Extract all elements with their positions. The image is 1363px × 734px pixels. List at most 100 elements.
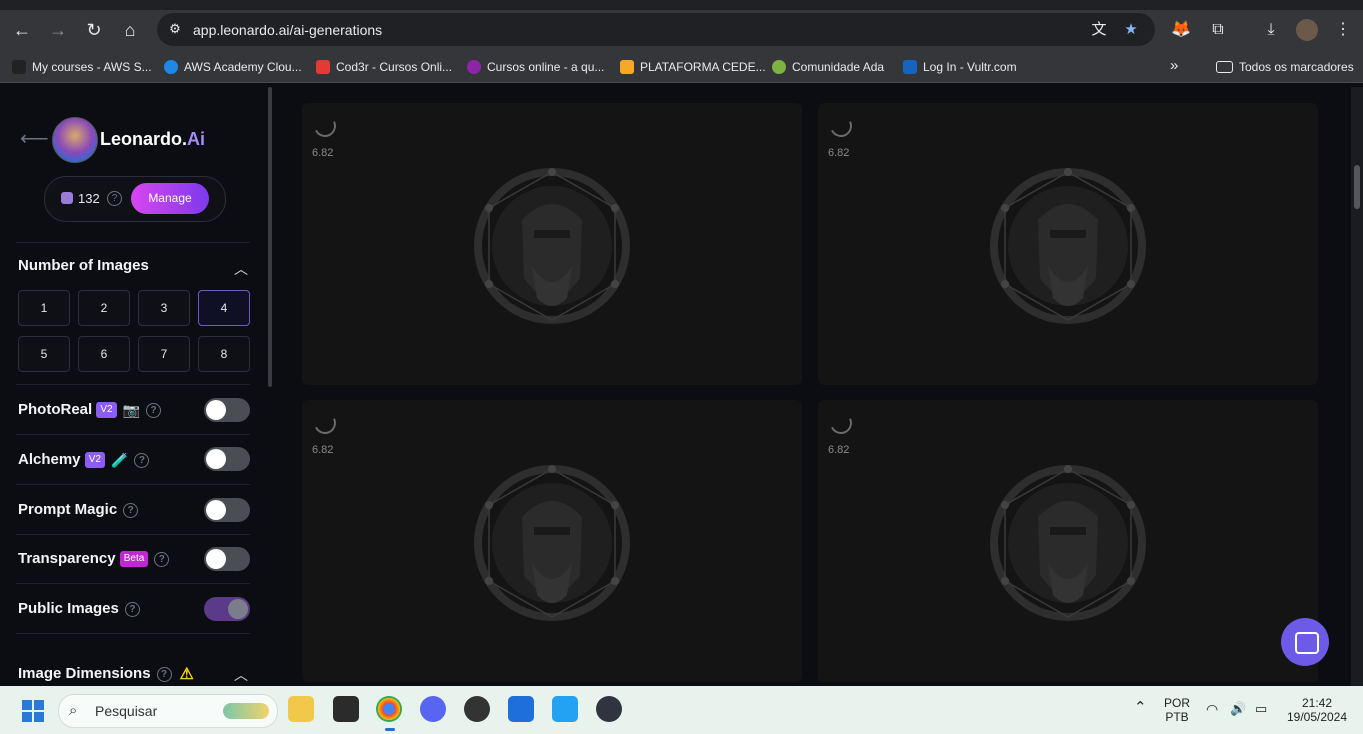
help-icon[interactable]: ? <box>134 452 150 468</box>
image-count-option[interactable]: 2 <box>78 290 130 326</box>
generation-card[interactable]: 6.82 <box>302 400 802 682</box>
loading-spinner-icon <box>826 111 856 141</box>
prompt-magic-row: Prompt Magic? <box>18 501 139 518</box>
token-icon <box>61 192 73 204</box>
site-info-icon[interactable]: ⚙ <box>167 21 183 37</box>
url-text[interactable]: app.leonardo.ai/ai-generations <box>193 21 382 39</box>
manage-button[interactable]: Manage <box>131 183 209 214</box>
text-editor-icon[interactable] <box>508 696 534 722</box>
folder-icon <box>1216 60 1233 73</box>
reload-icon[interactable]: ↻ <box>82 18 106 42</box>
generation-card[interactable]: 6.82 <box>818 103 1318 385</box>
show-hidden-icons-icon[interactable]: ⌃ <box>1134 700 1147 715</box>
inkscape-icon[interactable] <box>464 696 490 722</box>
divider <box>16 384 250 385</box>
sidebar: ⟵ Leonardo.Ai 132 ? Manage Number of Ima… <box>0 87 268 686</box>
bookmark-item[interactable]: Cursos online - a qu... <box>467 58 604 74</box>
volume-icon[interactable]: 🔊 <box>1230 702 1246 716</box>
bookmark-item[interactable]: Log In - Vultr.com <box>903 58 1017 74</box>
beta-badge: Beta <box>119 551 149 568</box>
scrollbar-thumb[interactable] <box>1354 165 1360 209</box>
back-icon[interactable]: ← <box>10 18 34 42</box>
help-icon[interactable]: ? <box>107 191 122 206</box>
vultr-icon <box>903 59 917 74</box>
chrome-icon[interactable] <box>376 696 402 722</box>
sticky-notes-icon[interactable] <box>333 696 359 722</box>
help-icon[interactable]: ? <box>154 551 170 567</box>
translate-icon[interactable]: 文 <box>1090 21 1108 39</box>
help-icon[interactable]: ? <box>123 502 139 518</box>
leonardo-logo <box>52 117 98 163</box>
generation-card[interactable]: 6.82 <box>818 400 1318 682</box>
image-count-option-selected[interactable]: 4 <box>198 290 250 326</box>
image-count-option[interactable]: 3 <box>138 290 190 326</box>
bookmark-star-icon[interactable]: ★ <box>1122 21 1140 39</box>
menu-icon[interactable]: ⋮ <box>1332 19 1354 41</box>
prompt-magic-toggle[interactable] <box>204 498 250 522</box>
credits-pill: 132 ? Manage <box>44 176 226 222</box>
clock[interactable]: 21:42 19/05/2024 <box>1282 696 1352 724</box>
tab-strip <box>0 0 1363 10</box>
chat-support-button[interactable] <box>1281 618 1329 666</box>
bookmarks-bar: My courses - AWS S... AWS Academy Clou..… <box>0 50 1363 83</box>
bookmark-item[interactable]: AWS Academy Clou... <box>164 58 302 74</box>
sidebar-scrollbar[interactable] <box>268 87 272 387</box>
forward-icon[interactable]: → <box>46 18 70 42</box>
image-count-option[interactable]: 1 <box>18 290 70 326</box>
image-dimensions-row[interactable]: Image Dimensions? ⚠ <box>18 664 194 684</box>
bookmark-item[interactable]: Cod3r - Cursos Onli... <box>316 58 452 74</box>
generation-value: 6.82 <box>828 147 850 159</box>
wizard-placeholder-icon <box>990 168 1146 324</box>
input-language[interactable]: POR PTB <box>1160 696 1194 724</box>
active-app-indicator <box>385 728 395 731</box>
loading-spinner-icon <box>826 408 856 438</box>
taskbar-search[interactable]: ⌕ Pesquisar <box>58 694 278 728</box>
divider <box>16 484 250 485</box>
address-bar[interactable]: ⚙ app.leonardo.ai/ai-generations 文 ★ <box>157 13 1155 46</box>
aws-icon <box>12 59 26 74</box>
search-highlight-art <box>223 703 269 719</box>
bookmark-item[interactable]: My courses - AWS S... <box>12 58 152 74</box>
loading-spinner-icon <box>310 408 340 438</box>
vscode-icon[interactable] <box>552 696 578 722</box>
public-images-toggle[interactable] <box>204 597 250 621</box>
generation-value: 6.82 <box>312 444 334 456</box>
wifi-icon[interactable]: ◠ <box>1206 702 1218 716</box>
loading-spinner-icon <box>310 111 340 141</box>
metamask-icon[interactable]: 🦊 <box>1170 19 1192 41</box>
bookmark-item[interactable]: PLATAFORMA CEDE... <box>620 58 766 74</box>
image-count-option[interactable]: 6 <box>78 336 130 372</box>
chevron-up-icon[interactable]: ︿ <box>234 665 248 685</box>
bookmark-item[interactable]: Comunidade Ada <box>772 58 884 74</box>
help-icon[interactable]: ? <box>156 666 172 682</box>
number-of-images-title[interactable]: Number of Images <box>18 257 149 274</box>
wizard-placeholder-icon <box>474 465 630 621</box>
electron-app-icon[interactable] <box>596 696 622 722</box>
warning-icon: ⚠ <box>179 666 194 683</box>
ada-icon <box>772 59 786 74</box>
home-icon[interactable]: ⌂ <box>118 18 142 42</box>
wizard-placeholder-icon <box>474 168 630 324</box>
windows-start-icon[interactable] <box>22 700 44 722</box>
all-bookmarks-button[interactable]: Todos os marcadores <box>1216 58 1354 74</box>
generation-card[interactable]: 6.82 <box>302 103 802 385</box>
help-icon[interactable]: ? <box>124 601 140 617</box>
file-explorer-icon[interactable] <box>288 696 314 722</box>
image-count-option[interactable]: 7 <box>138 336 190 372</box>
discord-icon[interactable] <box>420 696 446 722</box>
image-count-option[interactable]: 5 <box>18 336 70 372</box>
public-images-row: Public Images? <box>18 600 140 617</box>
battery-icon[interactable]: ▭ <box>1255 702 1267 716</box>
profile-avatar[interactable] <box>1296 19 1318 41</box>
collapse-sidebar-icon[interactable]: ⟵ <box>20 127 49 151</box>
download-icon[interactable]: ⤓ <box>1260 19 1282 41</box>
chevron-up-icon[interactable]: ︿ <box>234 259 248 279</box>
photoreal-toggle[interactable] <box>204 398 250 422</box>
more-bookmarks-button[interactable]: » <box>1170 58 1178 74</box>
extensions-icon[interactable]: ⧉ <box>1207 19 1229 41</box>
alchemy-toggle[interactable] <box>204 447 250 471</box>
help-icon[interactable]: ? <box>146 402 162 418</box>
transparency-toggle[interactable] <box>204 547 250 571</box>
image-count-option[interactable]: 8 <box>198 336 250 372</box>
page-scrollbar[interactable] <box>1351 87 1363 686</box>
